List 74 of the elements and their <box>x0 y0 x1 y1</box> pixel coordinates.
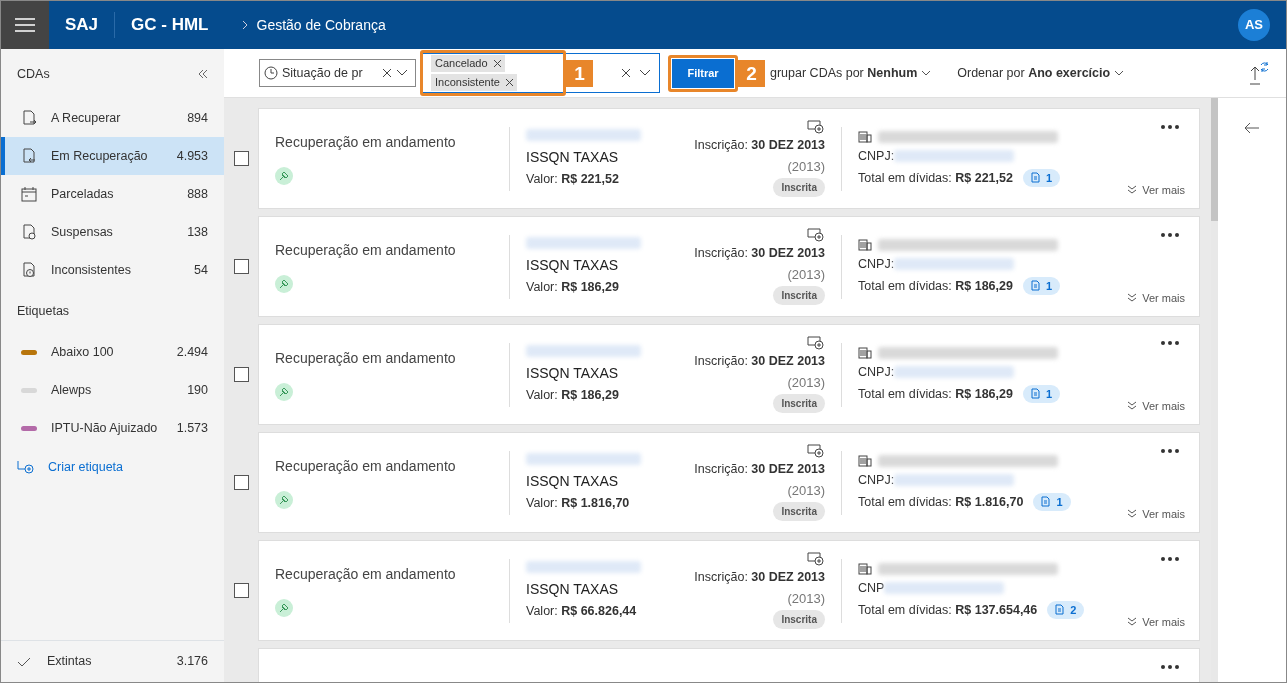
sort-dropdown[interactable]: Ordenar por Ano exercício <box>957 63 1125 83</box>
sidebar-item[interactable]: Suspensas 138 <box>1 213 224 251</box>
filter-chip[interactable]: Cancelado <box>431 55 505 72</box>
field-label: CNPJ: <box>858 363 895 381</box>
see-more-link[interactable]: Ver mais <box>1127 613 1185 630</box>
sidebar-item[interactable]: Parceladas 888 <box>1 175 224 213</box>
tag-item[interactable]: Alewps 190 <box>1 371 224 409</box>
status-badge: Inscrita <box>773 286 825 306</box>
date-text: Inscrição: 30 DEZ 2013 <box>694 568 825 586</box>
status-badge: Inscrita <box>773 178 825 198</box>
year-text: (2013) <box>787 589 825 608</box>
document-count[interactable]: 1 <box>1033 492 1071 512</box>
year-text: (2013) <box>787 265 825 284</box>
multi-select-field[interactable]: Cancelado Inconsistente 1 <box>422 53 660 93</box>
document-count[interactable]: 1 <box>1022 168 1061 188</box>
filter-chip[interactable]: Inconsistente <box>431 74 517 91</box>
sidebar-item[interactable]: A Recuperar 894 <box>1 99 224 137</box>
total-text: Total em dívidas: R$ 186,29 <box>858 277 1013 295</box>
section-title: Etiquetas <box>17 302 70 320</box>
tag-item[interactable]: Abaixo 100 2.494 <box>1 333 224 371</box>
field-label: CNP <box>858 579 885 597</box>
date-text: Inscrição: 30 DEZ 2013 <box>694 352 825 370</box>
amount-text: Valor: R$ 221,52 <box>526 170 620 188</box>
tax-name: ISSQN TAXAS <box>526 579 620 599</box>
year-text: (2013) <box>787 373 825 392</box>
section-title: CDAs <box>17 65 50 83</box>
date-text: Inscrição: 30 DEZ 2013 <box>694 136 825 154</box>
document-count[interactable]: 2 <box>1047 600 1085 620</box>
year-text: (2013) <box>787 481 825 500</box>
field-label: CNPJ: <box>858 147 895 165</box>
date-text: Inscrição: 30 DEZ 2013 <box>694 460 825 478</box>
user-avatar[interactable]: AS <box>1238 9 1270 41</box>
amount-text: Valor: R$ 1.816,70 <box>526 494 631 512</box>
status-badge: Inscrita <box>773 502 825 522</box>
status-badge: Inscrita <box>773 610 825 630</box>
tax-name: ISSQN TAXAS <box>526 255 620 275</box>
amount-text: Valor: R$ 186,29 <box>526 278 620 296</box>
see-more-link[interactable]: Ver mais <box>1127 289 1185 306</box>
status-text: Recuperação em andamento <box>275 565 457 584</box>
total-text: Total em dívidas: R$ 221,52 <box>858 169 1013 187</box>
status-text: Recuperação em andamento <box>275 241 457 260</box>
field-label: CNPJ: <box>858 255 895 273</box>
create-tag-link[interactable]: Criar etiqueta <box>48 457 124 477</box>
field-label: CNPJ: <box>858 471 895 489</box>
year-text: (2013) <box>787 157 825 176</box>
app-name: GC - HML <box>130 14 210 37</box>
sidebar-item[interactable]: Em Recuperação 4.953 <box>1 137 224 175</box>
filter-button[interactable]: Filtrar <box>672 58 734 88</box>
tag-item[interactable]: IPTU-Não Ajuizado 1.573 <box>1 409 224 447</box>
see-more-link[interactable]: Ver mais <box>1127 181 1185 198</box>
tax-name: ISSQN TAXAS <box>526 363 620 383</box>
tax-name: ISSQN TAXAS <box>526 471 620 491</box>
see-more-link[interactable]: Ver mais <box>1127 505 1185 522</box>
filter-dropdown[interactable]: Situação de pr <box>259 59 416 87</box>
status-text: Recuperação em andamento <box>275 133 457 152</box>
status-text: Recuperação em andamento <box>275 457 457 476</box>
date-text: Inscrição: 30 DEZ 2013 <box>694 244 825 262</box>
total-text: Total em dívidas: R$ 186,29 <box>858 385 1013 403</box>
step-number: 2 <box>738 59 765 87</box>
status-text: Recuperação em andamento <box>275 349 457 368</box>
see-more-link[interactable]: Ver mais <box>1127 397 1185 414</box>
total-text: Total em dívidas: R$ 1.816,70 <box>858 493 1024 511</box>
brand-logo[interactable]: SAJ <box>49 12 116 38</box>
step-number: 1 <box>566 60 593 87</box>
total-text: Total em dívidas: R$ 137.654,46 <box>858 601 1038 619</box>
sidebar-item[interactable]: Inconsistentes 54 <box>1 251 224 289</box>
status-badge: Inscrita <box>773 394 825 414</box>
amount-text: Valor: R$ 186,29 <box>526 386 620 404</box>
amount-text: Valor: R$ 66.826,44 <box>526 602 638 620</box>
document-count[interactable]: 1 <box>1022 276 1061 296</box>
document-count[interactable]: 1 <box>1022 384 1061 404</box>
tax-name: ISSQN TAXAS <box>526 147 620 167</box>
breadcrumb-item[interactable]: Gestão de Cobrança <box>256 14 386 36</box>
group-dropdown[interactable]: grupar CDAs por Nenhum <box>770 63 932 83</box>
